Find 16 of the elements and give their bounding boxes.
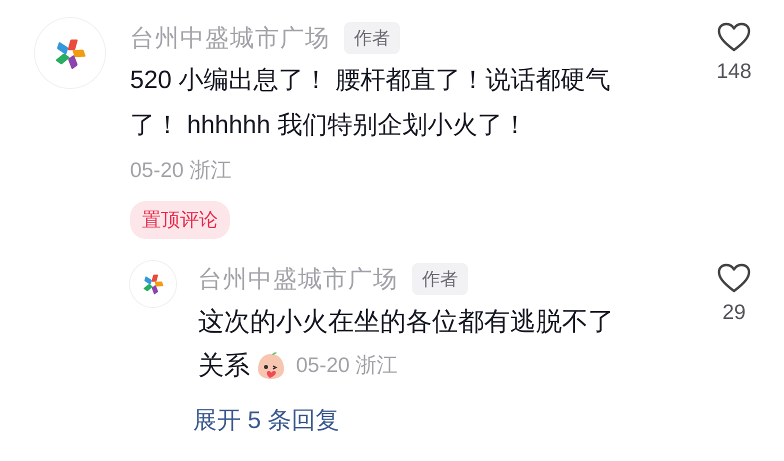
- brand-avatar[interactable]: [130, 261, 176, 307]
- reply-text: 关系: [198, 349, 250, 382]
- reply-meta: 05-20 浙江: [296, 353, 398, 379]
- expand-replies-link[interactable]: 展开 5 条回复: [193, 404, 340, 436]
- reply-text: 这次的小火在坐的各位都有逃脱不了: [198, 305, 615, 338]
- comment-meta: 05-20 浙江: [130, 158, 233, 184]
- heart-icon[interactable]: [717, 263, 751, 293]
- author-badge: 作者: [344, 22, 400, 54]
- heart-icon[interactable]: [717, 22, 751, 52]
- author-name[interactable]: 台州中盛城市广场: [198, 263, 398, 295]
- pinned-badge: 置顶评论: [130, 201, 230, 239]
- comment-text: 520 小编出息了！ 腰杆都直了！说话都硬气了！ hhhhhh 我们特别企划小火了！: [130, 65, 612, 141]
- author-badge: 作者: [412, 263, 468, 295]
- author-name[interactable]: 台州中盛城市广场: [130, 22, 330, 54]
- like-count: 29: [722, 301, 746, 325]
- like-count: 148: [716, 60, 752, 84]
